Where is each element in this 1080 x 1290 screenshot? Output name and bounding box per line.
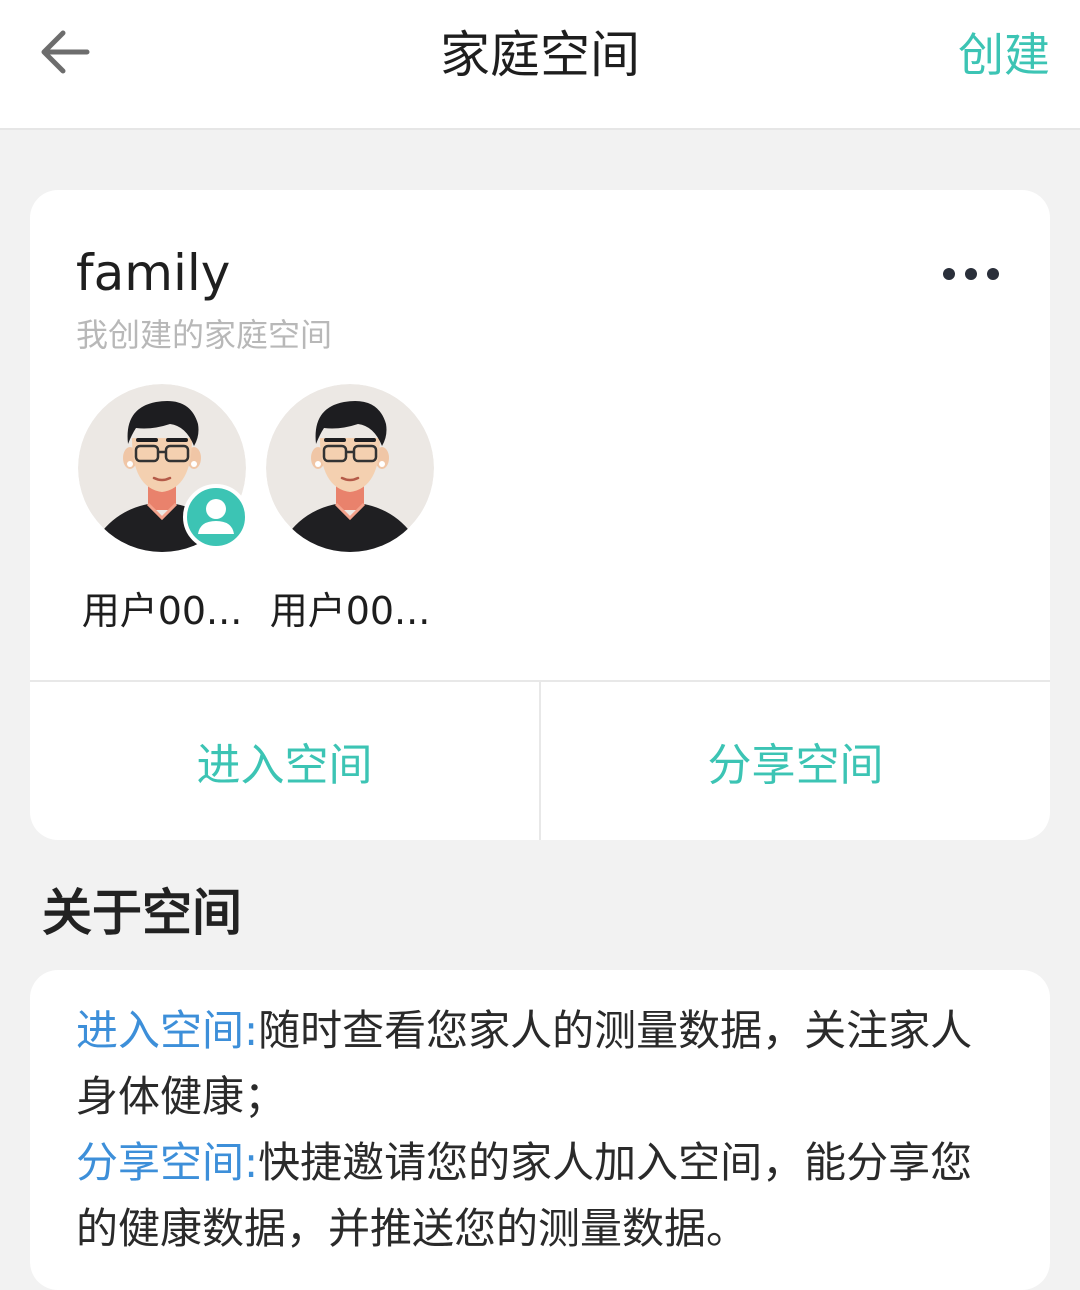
family-space-name: family [76, 244, 231, 302]
member-item[interactable]: 用户00... [266, 384, 434, 636]
more-options-button[interactable] [936, 254, 1006, 294]
page-title: 家庭空间 [440, 26, 640, 84]
family-space-card: family 我创建的家庭空间 用户00... 用户00... 进入空间 分享空… [30, 190, 1050, 840]
more-horizontal-icon [943, 268, 999, 280]
member-name: 用户00... [81, 589, 243, 633]
enter-space-button[interactable]: 进入空间 [30, 682, 539, 840]
user-badge-icon [183, 484, 249, 550]
about-item-key: 进入空间: [76, 1006, 259, 1055]
about-item-enter: 进入空间:随时查看您家人的测量数据，关注家人身体健康； [76, 998, 1004, 1130]
member-list: 用户00... 用户00... [78, 384, 434, 636]
member-item[interactable]: 用户00... [78, 384, 249, 636]
back-button[interactable] [30, 20, 100, 84]
avatar-container [266, 384, 434, 552]
arrow-left-icon [41, 30, 90, 74]
about-description-card: 进入空间:随时查看您家人的测量数据，关注家人身体健康； 分享空间:快捷邀请您的家… [30, 970, 1050, 1290]
family-space-subtitle: 我创建的家庭空间 [76, 316, 333, 354]
avatar [266, 384, 434, 552]
create-space-button[interactable]: 创建 [958, 22, 1050, 88]
card-action-bar: 进入空间 分享空间 [30, 680, 1050, 840]
about-item-share: 分享空间:快捷邀请您的家人加入空间，能分享您的健康数据，并推送您的测量数据。 [76, 1130, 1004, 1262]
avatar-container [78, 384, 249, 552]
top-bar: 家庭空间 创建 [0, 0, 1080, 130]
member-name: 用户00... [269, 589, 431, 633]
about-section-heading: 关于空间 [42, 884, 242, 942]
about-item-key: 分享空间: [76, 1138, 259, 1187]
share-space-button[interactable]: 分享空间 [541, 682, 1050, 840]
